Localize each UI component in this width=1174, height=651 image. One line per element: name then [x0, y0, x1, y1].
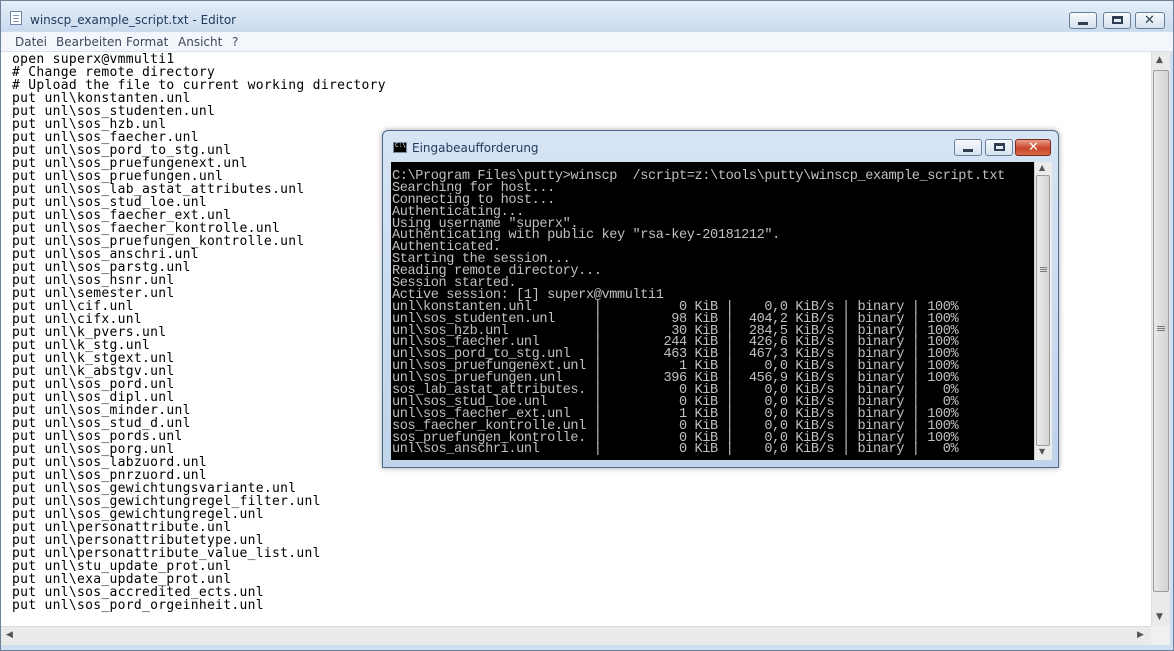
maximize-icon [994, 143, 1005, 151]
maximize-icon [1112, 16, 1123, 24]
close-icon: ✕ [1028, 140, 1039, 155]
console-maximize-button[interactable] [985, 139, 1013, 156]
minimize-icon [963, 149, 973, 152]
menu-ansicht[interactable]: Ansicht [178, 35, 222, 49]
editor-vertical-scroll-thumb[interactable] [1153, 70, 1169, 592]
console-output[interactable]: C:\Program Files\putty>winscp /script=z:… [391, 162, 1034, 460]
grip-icon [1157, 326, 1165, 327]
scroll-left-icon[interactable]: ◀ [6, 630, 13, 640]
editor-minimize-button[interactable] [1069, 12, 1097, 29]
console-output-line: unl\sos_anschri.unl | 0 KiB | 0,0 KiB/s … [392, 442, 959, 458]
menu-help[interactable]: ? [232, 35, 238, 49]
notepad-icon [10, 11, 22, 25]
menu-format[interactable]: Format [126, 35, 168, 49]
editor-text-content: open superx@vmmulti1 # Change remote dire… [12, 53, 386, 612]
console-close-button[interactable]: ✕ [1015, 139, 1051, 156]
size-grip[interactable] [1151, 626, 1170, 645]
editor-horizontal-scrollbar[interactable]: ◀ ▶ [1, 626, 1151, 645]
scroll-up-icon[interactable]: ▲ [1156, 55, 1163, 65]
scroll-right-icon[interactable]: ▶ [1137, 630, 1144, 640]
console-window: Eingabeaufforderung ✕ C:\Program Files\p… [382, 130, 1059, 468]
console-window-title: Eingabeaufforderung [412, 141, 539, 155]
scroll-down-icon[interactable]: ▼ [1039, 447, 1045, 456]
minimize-icon [1078, 22, 1088, 25]
editor-close-button[interactable]: ✕ [1135, 12, 1165, 29]
scroll-down-icon[interactable]: ▼ [1156, 612, 1163, 622]
command-prompt-icon [393, 142, 407, 153]
editor-vertical-scrollbar[interactable]: ▲ ▼ [1151, 52, 1170, 626]
menu-bearbeiten[interactable]: Bearbeiten [56, 35, 122, 49]
editor-maximize-button[interactable] [1103, 12, 1131, 29]
editor-window-title: winscp_example_script.txt - Editor [30, 13, 237, 27]
grip-icon [1040, 267, 1047, 268]
console-text-content: C:\Program Files\putty>winscp /script=z:… [392, 170, 1005, 458]
console-vertical-scrollbar[interactable]: ▲ ▼ [1034, 162, 1052, 460]
close-icon: ✕ [1144, 13, 1155, 28]
editor-title-bar[interactable]: winscp_example_script.txt - Editor ✕ [1, 1, 1173, 31]
scroll-up-icon[interactable]: ▲ [1039, 163, 1045, 172]
menu-datei[interactable]: Datei [15, 35, 47, 49]
editor-menu-bar: Datei Bearbeiten Format Ansicht ? [1, 32, 1173, 52]
editor-text-line: put unl\sos_pord_orgeinheit.unl [12, 598, 264, 613]
console-vertical-scroll-thumb[interactable] [1036, 175, 1050, 446]
console-title-bar[interactable]: Eingabeaufforderung ✕ [383, 131, 1058, 159]
console-minimize-button[interactable] [954, 139, 982, 156]
